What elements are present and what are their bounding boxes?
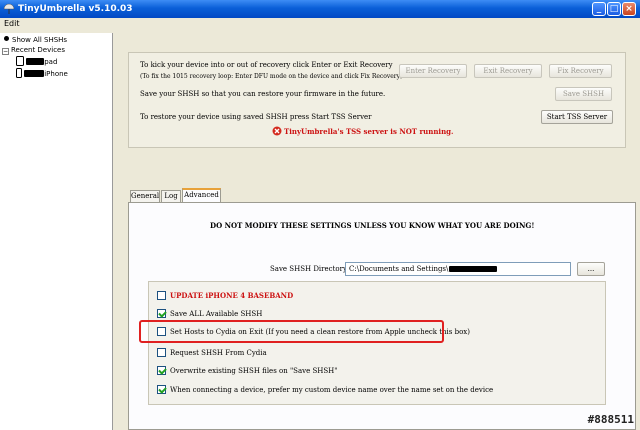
tab-advanced[interactable]: Advanced: [182, 188, 221, 203]
checkbox-request-shsh-cydia[interactable]: [157, 348, 166, 357]
iphone-icon: [16, 68, 22, 78]
bullet-icon: [4, 36, 9, 41]
browse-button[interactable]: ...: [577, 262, 605, 276]
tree-item-label: Show All SHSHs: [12, 36, 68, 44]
save-dir-input[interactable]: C:\Documents and Settings\: [345, 262, 571, 276]
annotation-highlight-box: [139, 320, 444, 343]
start-tss-server-button[interactable]: Start TSS Server: [541, 110, 613, 124]
recovery-instructions: To kick your device into or out of recov…: [140, 61, 393, 69]
watermark: #888511: [587, 413, 634, 426]
title-bar[interactable]: TinyUmbrella v5.10.03 _ □ ×: [0, 0, 640, 18]
tree-item-label: pad: [44, 58, 58, 66]
tree-item-label: iPhone: [44, 70, 68, 78]
option-request-shsh-cydia[interactable]: Request SHSH From Cydia: [157, 348, 267, 357]
checkbox-save-all-shsh[interactable]: [157, 309, 166, 318]
tss-instructions: To restore your device using saved SHSH …: [140, 113, 372, 121]
redacted-name: [24, 70, 45, 77]
window-title: TinyUmbrella v5.10.03: [18, 4, 133, 14]
tree-item-label: Recent Devices: [11, 46, 66, 54]
save-shsh-button[interactable]: Save SHSH: [555, 87, 612, 101]
checkbox-overwrite-shsh[interactable]: [157, 366, 166, 375]
minimize-button[interactable]: _: [592, 2, 606, 16]
checkbox-prefer-custom-name[interactable]: [157, 385, 166, 394]
option-label: Save ALL Available SHSH: [170, 310, 263, 318]
redacted-name: [26, 58, 45, 65]
exit-recovery-button[interactable]: Exit Recovery: [474, 64, 542, 78]
tree-item-device-iphone[interactable]: iPhone: [16, 68, 68, 78]
option-overwrite-shsh[interactable]: Overwrite existing SHSH files on "Save S…: [157, 366, 338, 375]
ipad-icon: [16, 56, 24, 66]
recovery-loop-hint: (To fix the 1015 recovery loop: Enter DF…: [140, 73, 403, 80]
close-button[interactable]: ×: [622, 2, 636, 16]
menu-bar: Edit: [0, 18, 640, 32]
option-save-all-shsh[interactable]: Save ALL Available SHSH: [157, 309, 262, 318]
maximize-icon: □: [609, 4, 619, 14]
option-label: Overwrite existing SHSH files on "Save S…: [170, 367, 338, 375]
option-prefer-custom-name[interactable]: When connecting a device, prefer my cust…: [157, 385, 493, 394]
option-label: UPDATE iPHONE 4 BASEBAND: [170, 291, 294, 300]
umbrella-icon: [3, 3, 15, 14]
tss-status: TinyUmbrella's TSS server is NOT running…: [272, 126, 454, 136]
fix-recovery-button[interactable]: Fix Recovery: [549, 64, 612, 78]
redacted-path: [449, 266, 498, 272]
maximize-button[interactable]: □: [607, 2, 621, 16]
save-dir-label: Save SHSH Directory:: [270, 265, 350, 273]
tree-item-device-ipad[interactable]: pad: [16, 56, 57, 66]
option-label: Request SHSH From Cydia: [170, 349, 267, 357]
close-icon: ×: [625, 4, 633, 14]
save-dir-value: C:\Documents and Settings\: [349, 265, 449, 273]
minimize-icon: _: [596, 4, 602, 14]
save-shsh-instructions: Save your SHSH so that you can restore y…: [140, 90, 386, 98]
tree-item-show-all[interactable]: Show All SHSHs: [4, 36, 67, 44]
option-label: When connecting a device, prefer my cust…: [170, 386, 494, 394]
device-tree[interactable]: Show All SHSHs − Recent Devices pad iPhon…: [0, 33, 113, 430]
checkbox-update-baseband[interactable]: [157, 291, 166, 300]
collapse-icon[interactable]: −: [2, 48, 9, 55]
menu-edit[interactable]: Edit: [4, 19, 20, 28]
tss-status-text: TinyUmbrella's TSS server is NOT running…: [284, 127, 454, 136]
warning-text: DO NOT MODIFY THESE SETTINGS UNLESS YOU …: [210, 221, 535, 230]
enter-recovery-button[interactable]: Enter Recovery: [399, 64, 467, 78]
option-update-baseband[interactable]: UPDATE iPHONE 4 BASEBAND: [157, 291, 293, 300]
error-icon: [272, 126, 282, 136]
tree-item-recent-devices[interactable]: − Recent Devices: [2, 46, 65, 55]
